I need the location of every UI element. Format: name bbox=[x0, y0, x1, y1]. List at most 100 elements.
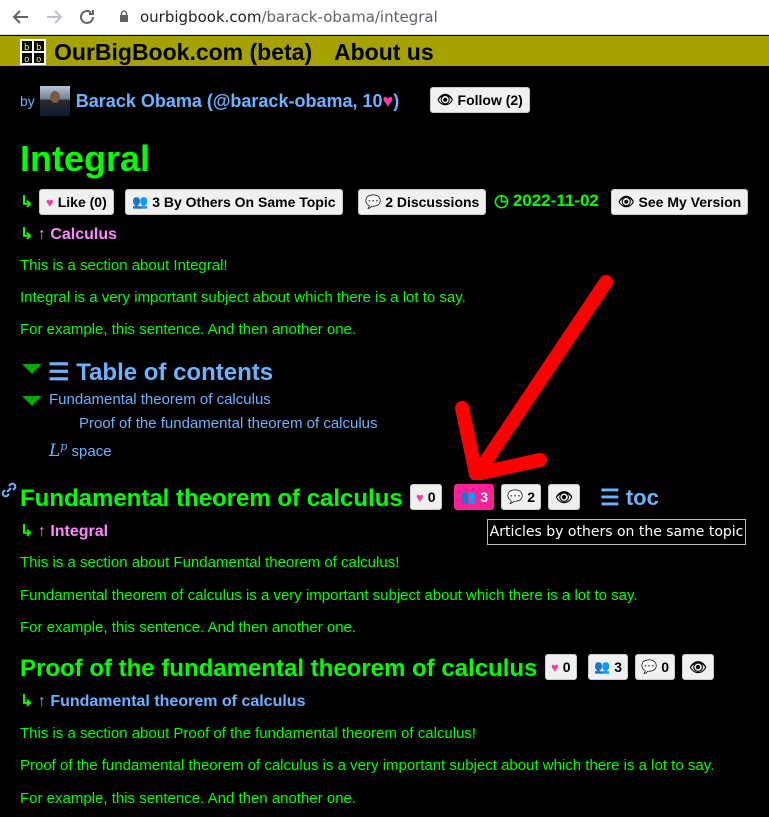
discussions-count: 2 bbox=[527, 489, 535, 505]
section-title[interactable]: Fundamental theorem of calculus bbox=[20, 485, 403, 513]
toc-link-label: toc bbox=[625, 485, 659, 510]
paragraph: This is a section about Integral! bbox=[20, 257, 228, 274]
list-icon: ☰ bbox=[48, 359, 70, 386]
back-icon[interactable] bbox=[9, 5, 33, 29]
up-arrow-icon: ↑ bbox=[37, 226, 46, 243]
about-link[interactable]: About us bbox=[334, 39, 434, 66]
paragraph: For example, this sentence. And then ano… bbox=[20, 790, 357, 807]
others-label: 3 By Others On Same Topic bbox=[152, 194, 336, 210]
toc-item[interactable]: Lp space bbox=[49, 440, 112, 461]
others-same-topic-button[interactable]: 👥 3 bbox=[454, 484, 494, 510]
return-arrow-icon: ↳ bbox=[20, 194, 34, 211]
collapse-toc-icon[interactable] bbox=[22, 364, 42, 374]
return-arrow-icon: ↳ bbox=[20, 693, 34, 710]
author-name: Barack Obama (@barack-obama, 10 bbox=[75, 90, 383, 111]
see-my-version-button[interactable]: 👁 See My Version bbox=[611, 189, 749, 215]
others-count: 3 bbox=[614, 659, 622, 675]
collapse-toc-item-icon[interactable] bbox=[22, 396, 42, 406]
parent-link-label: Integral bbox=[50, 523, 109, 540]
return-arrow-icon: ↳ bbox=[20, 226, 34, 243]
browser-chrome: ourbigbook.com/barack-obama/integral bbox=[0, 0, 769, 35]
site-title-link[interactable]: OurBigBook.com (beta) bbox=[54, 39, 312, 66]
heart-icon: ♥ bbox=[551, 659, 559, 675]
comment-icon: 💬 bbox=[365, 194, 382, 209]
red-arrow-annotation bbox=[455, 275, 613, 480]
date-label: 2022-11-02 bbox=[512, 191, 599, 210]
eye-icon: 👁 bbox=[689, 658, 707, 675]
address-bar[interactable]: ourbigbook.com/barack-obama/integral bbox=[140, 8, 438, 26]
discussions-button[interactable]: 💬 2 bbox=[501, 484, 541, 510]
forward-icon[interactable] bbox=[42, 5, 66, 29]
author-line: by Barack Obama (@barack-obama, 10♥) bbox=[20, 86, 399, 116]
paragraph: This is a section about Fundamental theo… bbox=[20, 554, 400, 571]
parent-link[interactable]: ↳ ↑ Fundamental theorem of calculus bbox=[20, 691, 305, 711]
paragraph: For example, this sentence. And then ano… bbox=[20, 619, 357, 636]
heart-icon: ♥ bbox=[46, 194, 54, 210]
up-arrow-icon: ↑ bbox=[37, 693, 46, 710]
discussions-button[interactable]: 💬 2 Discussions bbox=[358, 189, 487, 215]
like-button[interactable]: ♥ 0 bbox=[545, 654, 577, 680]
clock-icon: ◷ bbox=[494, 191, 509, 210]
toc-title-label: Table of contents bbox=[76, 359, 274, 386]
page-title: Integral bbox=[20, 138, 151, 179]
see-version-button[interactable]: 👁 bbox=[682, 654, 714, 680]
svg-text:b: b bbox=[36, 43, 41, 53]
others-same-topic-button[interactable]: 👥 3 bbox=[588, 654, 628, 680]
users-icon: 👥 bbox=[132, 194, 149, 209]
eye-icon: 👁 bbox=[437, 92, 454, 107]
link-icon[interactable] bbox=[0, 481, 18, 499]
users-icon: 👥 bbox=[594, 659, 611, 674]
parent-link-label: Fundamental theorem of calculus bbox=[50, 693, 306, 710]
follow-label: Follow (2) bbox=[457, 92, 523, 108]
toc-item[interactable]: Fundamental theorem of calculus bbox=[49, 391, 271, 408]
lp-symbol: L bbox=[49, 441, 61, 461]
url-domain: ourbigbook.com bbox=[140, 8, 262, 26]
author-name-end: ) bbox=[393, 90, 400, 111]
date: ◷ 2022-11-02 bbox=[494, 191, 599, 211]
svg-text:b: b bbox=[24, 43, 29, 53]
lock-icon bbox=[120, 10, 128, 22]
discussions-button[interactable]: 💬 0 bbox=[635, 654, 675, 680]
tooltip: Articles by others on the same topic bbox=[487, 519, 746, 545]
up-arrow-icon: ↑ bbox=[37, 523, 46, 540]
see-version-button[interactable]: 👁 bbox=[548, 484, 580, 510]
eye-icon: 👁 bbox=[555, 488, 573, 505]
svg-text:o: o bbox=[36, 55, 41, 65]
site-logo-icon[interactable]: bboo bbox=[20, 39, 46, 65]
like-button[interactable]: ♥ Like (0) bbox=[39, 189, 114, 215]
toc-title[interactable]: ☰ Table of contents bbox=[48, 358, 273, 387]
paragraph: For example, this sentence. And then ano… bbox=[20, 321, 357, 338]
comment-icon: 💬 bbox=[507, 489, 524, 504]
toc-link[interactable]: ☰ toc bbox=[600, 485, 659, 511]
like-count: 0 bbox=[427, 489, 436, 505]
return-arrow-icon: ↳ bbox=[20, 523, 34, 540]
heart-icon: ♥ bbox=[382, 90, 394, 111]
lp-sup: p bbox=[60, 440, 68, 453]
like-button[interactable]: ♥ 0 bbox=[410, 484, 442, 510]
url-path: /barack-obama/integral bbox=[261, 8, 438, 26]
by-label: by bbox=[20, 93, 35, 109]
svg-text:o: o bbox=[24, 55, 29, 65]
like-label: Like (0) bbox=[57, 194, 107, 210]
list-icon: ☰ bbox=[600, 485, 620, 510]
others-count: 3 bbox=[480, 489, 488, 505]
follow-button[interactable]: 👁 Follow (2) bbox=[430, 87, 530, 113]
discussions-count: 0 bbox=[661, 659, 669, 675]
parent-link[interactable]: ↳ ↑ Integral bbox=[20, 521, 108, 541]
section-title[interactable]: Proof of the fundamental theorem of calc… bbox=[20, 655, 537, 683]
avatar[interactable] bbox=[39, 86, 70, 116]
parent-link-label: Calculus bbox=[50, 226, 117, 243]
author-link[interactable]: Barack Obama (@barack-obama, 10♥) bbox=[76, 91, 399, 112]
comment-icon: 💬 bbox=[641, 659, 658, 674]
eye-icon: 👁 bbox=[618, 194, 635, 209]
paragraph: This is a section about Proof of the fun… bbox=[20, 725, 477, 742]
toc-item[interactable]: Proof of the fundamental theorem of calc… bbox=[79, 415, 378, 432]
discussions-label: 2 Discussions bbox=[385, 194, 480, 210]
parent-link[interactable]: ↳ ↑ Calculus bbox=[20, 224, 117, 244]
see-version-label: See My Version bbox=[638, 194, 742, 210]
others-same-topic-button[interactable]: 👥 3 By Others On Same Topic bbox=[125, 189, 343, 215]
reload-icon[interactable] bbox=[75, 5, 99, 29]
paragraph: Integral is a very important subject abo… bbox=[20, 289, 466, 306]
heart-icon: ♥ bbox=[416, 489, 424, 505]
paragraph: Proof of the fundamental theorem of calc… bbox=[20, 757, 715, 774]
